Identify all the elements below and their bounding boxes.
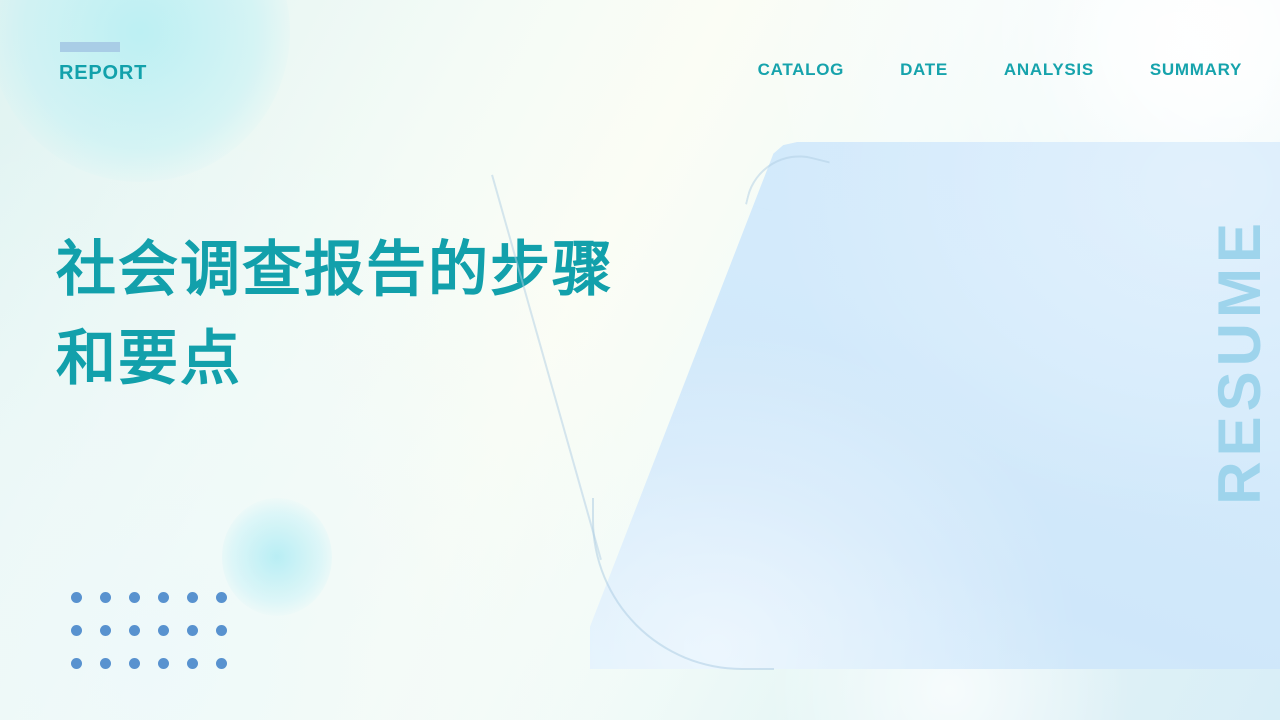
dot xyxy=(216,625,227,636)
nav-item-analysis[interactable]: ANALYSIS xyxy=(1004,60,1094,80)
nav-item-catalog[interactable]: CATALOG xyxy=(758,60,844,80)
dot xyxy=(158,658,169,669)
dot xyxy=(158,592,169,603)
dot xyxy=(129,658,140,669)
dot-grid-decoration xyxy=(71,592,245,691)
slide-title-line-1: 社会调查报告的步骤 xyxy=(56,236,614,304)
brand-accent-bar xyxy=(60,42,120,52)
decorative-blob-top-left xyxy=(0,0,290,182)
dot xyxy=(100,658,111,669)
dot xyxy=(100,625,111,636)
photo-panel xyxy=(590,142,1280,669)
nav-item-date[interactable]: DATE xyxy=(900,60,948,80)
top-navigation: CATALOG DATE ANALYSIS SUMMARY xyxy=(758,60,1242,80)
dot xyxy=(100,592,111,603)
slide-canvas: REPORT CATALOG DATE ANALYSIS SUMMARY 社会调… xyxy=(0,0,1280,720)
dot xyxy=(216,592,227,603)
nav-item-summary[interactable]: SUMMARY xyxy=(1150,60,1242,80)
dot xyxy=(71,625,82,636)
dot xyxy=(158,625,169,636)
dot xyxy=(187,592,198,603)
brand-label: REPORT xyxy=(59,62,148,84)
resume-vertical-label: RESUME xyxy=(1206,218,1273,505)
dot xyxy=(187,625,198,636)
dot xyxy=(71,592,82,603)
slide-title-line-2: 和要点 xyxy=(56,324,242,392)
dot xyxy=(129,625,140,636)
dot xyxy=(187,658,198,669)
slide-title: 社会调查报告的步骤 和要点 xyxy=(56,226,696,404)
dot xyxy=(71,658,82,669)
dot xyxy=(216,658,227,669)
dot xyxy=(129,592,140,603)
